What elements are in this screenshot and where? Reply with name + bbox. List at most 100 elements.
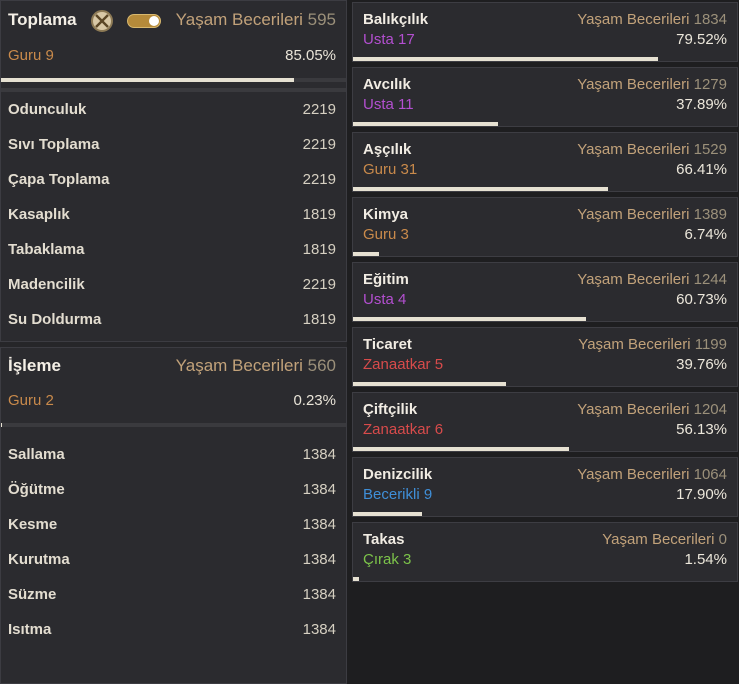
gathering-progress-track (1, 78, 346, 82)
gathering-percent: 85.05% (285, 47, 336, 64)
skill-card[interactable]: Denizcilik Yaşam Becerileri 1064 Becerikli… (352, 457, 738, 517)
life-skill-value: 1204 (693, 401, 727, 418)
list-item-value: 2219 (302, 171, 336, 188)
life-skill-label: Yaşam Becerileri (577, 271, 690, 288)
gathering-divider (1, 88, 346, 92)
skill-progress-fill (353, 57, 659, 61)
skill-life-skill: Yaşam Becerileri 1389 (577, 206, 727, 223)
list-item-label: Kesme (8, 516, 58, 533)
skill-life-skill: Yaşam Becerileri 1244 (577, 271, 727, 288)
skill-card[interactable]: Avcılık Yaşam Becerileri 1279 Usta 11 37.89… (352, 67, 738, 127)
skill-card[interactable]: Aşçılık Yaşam Becerileri 1529 Guru 31 66.41… (352, 132, 738, 192)
list-item-value: 1819 (302, 241, 336, 258)
life-skill-label: Yaşam Becerileri (577, 206, 690, 223)
life-skill-label: Yaşam Becerileri (577, 466, 690, 483)
skill-name: Aşçılık (363, 141, 412, 158)
skill-rank: Guru 3 (363, 226, 409, 243)
list-item-label: Öğütme (8, 481, 65, 498)
toggle-knob (149, 16, 159, 26)
skill-life-skill: Yaşam Becerileri 1199 (578, 336, 727, 353)
rank-name: Guru (363, 161, 397, 178)
skill-percent: 56.13% (676, 421, 727, 438)
skill-progress-fill (353, 577, 359, 581)
list-item-label: Isıtma (8, 621, 52, 638)
skill-life-skill: Yaşam Becerileri 1204 (577, 401, 727, 418)
rank-level: 11 (398, 96, 414, 113)
skill-card[interactable]: Takas Yaşam Becerileri 0 Çırak 3 1.54% (352, 522, 738, 582)
skill-percent: 17.90% (676, 486, 727, 503)
skill-percent: 37.89% (676, 96, 727, 113)
skill-name: Avcılık (363, 76, 411, 93)
skill-life-skill: Yaşam Becerileri 1064 (577, 466, 727, 483)
skill-card[interactable]: Ticaret Yaşam Becerileri 1199 Zanaatkar 5 3… (352, 327, 738, 387)
skill-life-skill: Yaşam Becerileri 1279 (577, 76, 727, 93)
skill-progress-fill (353, 252, 379, 256)
skill-progress-fill (353, 187, 608, 191)
skill-card[interactable]: Balıkçılık Yaşam Becerileri 1834 Usta 17 79… (352, 2, 738, 62)
skill-rank: Guru 31 (363, 161, 417, 178)
rank-level: 3 (403, 551, 412, 568)
rank-level: 2 (45, 392, 54, 409)
list-item-label: Odunculuk (8, 101, 87, 118)
life-skill-value: 1834 (693, 11, 727, 28)
skill-percent: 6.74% (684, 226, 727, 243)
processing-progress-track (1, 423, 346, 427)
crossed-tools-icon[interactable] (91, 10, 113, 32)
list-item-label: Süzme (8, 586, 57, 603)
skill-name: Kimya (363, 206, 409, 223)
skill-card[interactable]: Kimya Yaşam Becerileri 1389 Guru 3 6.74% (352, 197, 738, 257)
rank-level: 9 (45, 47, 54, 64)
skill-percent: 66.41% (676, 161, 727, 178)
life-skill-value: 1529 (693, 141, 727, 158)
rank-name: Zanaatkar (363, 356, 431, 373)
skill-progress-fill (353, 447, 569, 451)
life-skill-value: 1199 (694, 336, 727, 353)
rank-name: Usta (363, 96, 394, 113)
rank-level: 9 (423, 486, 433, 503)
processing-rank: Guru 2 (8, 392, 54, 409)
life-skill-value: 1244 (693, 271, 727, 288)
list-item-value: 1384 (302, 481, 336, 498)
skill-card[interactable]: Çiftçilik Yaşam Becerileri 1204 Zanaatkar … (352, 392, 738, 452)
list-item-label: Çapa Toplama (8, 171, 110, 188)
rank-level: 4 (398, 291, 407, 308)
list-item-value: 2219 (302, 101, 336, 118)
list-item-value: 1819 (302, 206, 336, 223)
list-item-label: Tabaklama (8, 241, 85, 258)
gathering-life-skill: Yaşam Becerileri 595 (176, 10, 336, 30)
list-item-label: Sıvı Toplama (8, 136, 100, 153)
life-skill-value: 1279 (693, 76, 727, 93)
skill-progress-fill (353, 382, 506, 386)
rank-name: Becerikli (363, 486, 420, 503)
life-skill-value: 1064 (693, 466, 727, 483)
skill-progress-fill (353, 512, 422, 516)
life-skill-label: Yaşam Becerileri (175, 10, 303, 29)
processing-percent: 0.23% (293, 392, 336, 409)
rank-name: Guru (363, 226, 397, 243)
skill-name: Denizcilik (363, 466, 433, 483)
gathering-title: Toplama (8, 10, 77, 29)
list-item-value: 1384 (302, 621, 336, 638)
skill-percent: 60.73% (676, 291, 727, 308)
rank-name: Usta (363, 31, 394, 48)
skill-card[interactable]: Eğitim Yaşam Becerileri 1244 Usta 4 60.73% (352, 262, 738, 322)
list-item-value: 1384 (302, 551, 336, 568)
rank-level: 5 (434, 356, 444, 373)
skill-rank: Çırak 3 (363, 551, 411, 568)
list-item-label: Kasaplık (8, 206, 70, 223)
list-item-value: 1819 (302, 311, 336, 328)
rank-name: Guru (8, 392, 42, 409)
life-skill-label: Yaşam Becerileri (175, 356, 303, 375)
processing-progress-fill (1, 423, 3, 427)
list-item-value: 2219 (302, 276, 336, 293)
list-item-value: 1384 (302, 586, 336, 603)
skill-name: Balıkçılık (363, 11, 429, 28)
list-item-label: Sallama (8, 446, 65, 463)
life-skill-label: Yaşam Becerileri (602, 531, 715, 548)
life-skill-value: 595 (307, 10, 336, 29)
rank-level: 17 (398, 31, 415, 48)
skill-name: Çiftçilik (363, 401, 418, 418)
processing-life-skill: Yaşam Becerileri 560 (176, 356, 336, 376)
gathering-toggle[interactable] (127, 14, 161, 28)
life-skill-label: Yaşam Becerileri (577, 401, 690, 418)
